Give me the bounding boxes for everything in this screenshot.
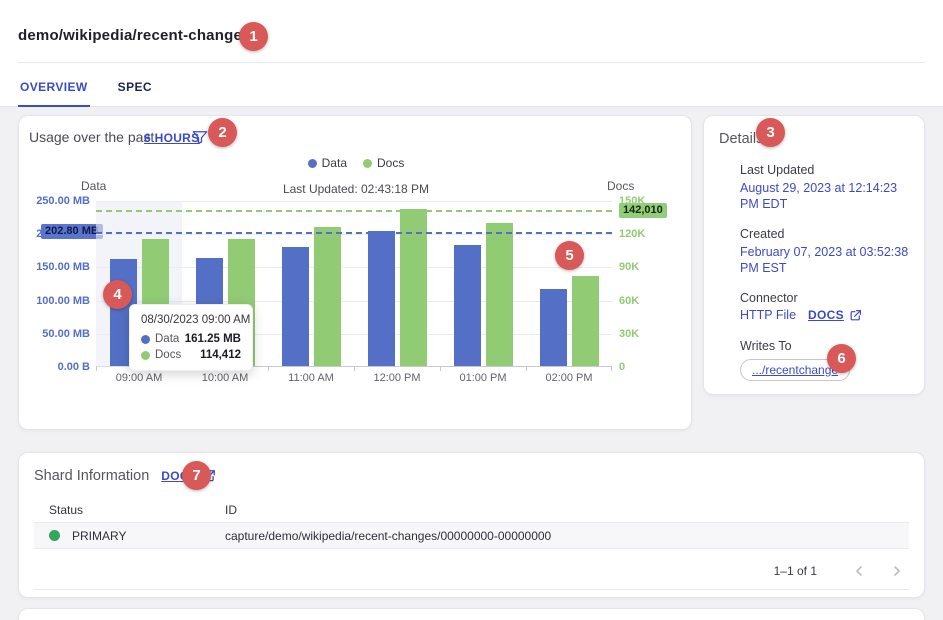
tooltip-row-docs: Docs 114,412 xyxy=(141,349,241,361)
annotation-badge-7: 7 xyxy=(182,461,211,490)
annotation-badge-3: 3 xyxy=(756,118,785,147)
tooltip-dot-docs xyxy=(141,351,150,360)
right-axis-tick: 60K xyxy=(619,295,639,307)
x-axis-label: 10:00 AM xyxy=(182,372,268,384)
legend-dot-data xyxy=(308,159,317,168)
docs-max-refline xyxy=(96,210,612,212)
left-axis-tick: 50.00 MB xyxy=(19,328,90,340)
chart-last-updated: Last Updated: 02:43:18 PM xyxy=(19,182,693,196)
bar-data[interactable] xyxy=(454,245,481,367)
legend-item-data[interactable]: Data xyxy=(308,156,347,170)
bar-docs[interactable] xyxy=(314,227,341,366)
shard-heading: Shard Information xyxy=(34,468,149,484)
right-axis-tick: 30K xyxy=(619,328,639,340)
table-row: PRIMARY capture/demo/wikipedia/recent-ch… xyxy=(34,523,909,549)
card-bottom-divider xyxy=(34,589,909,590)
shard-information-card: Shard Information DOCS Status ID PRIMARY… xyxy=(18,452,925,598)
legend-label-docs: Docs xyxy=(377,156,404,170)
right-axis-title: Docs xyxy=(607,179,634,193)
connector-docs-link[interactable]: DOCS xyxy=(808,308,862,322)
usage-heading: Usage over the past xyxy=(29,129,154,145)
connector-docs-label: DOCS xyxy=(808,308,844,322)
tooltip-value-data: 161.25 MB xyxy=(185,333,241,345)
detail-value-created: February 07, 2023 at 03:52:38 PM EST xyxy=(740,244,916,276)
x-axis-tick xyxy=(526,366,527,371)
column-header-status: Status xyxy=(34,503,225,517)
x-axis-tick xyxy=(611,366,612,371)
x-axis-tick xyxy=(354,366,355,371)
annotation-badge-1: 1 xyxy=(239,22,268,51)
chart-legend: Data Docs xyxy=(19,156,693,170)
pagination: 1–1 of 1 xyxy=(774,559,909,583)
shard-table: Status ID PRIMARY capture/demo/wikipedia… xyxy=(34,497,909,549)
chart-tooltip: 08/30/2023 09:00 AM Data 161.25 MB Docs … xyxy=(129,304,253,371)
shard-table-header: Status ID xyxy=(34,497,909,523)
bar-data[interactable] xyxy=(368,231,395,366)
tooltip-value-docs: 114,412 xyxy=(200,349,241,361)
left-axis-tick: 250.00 MB xyxy=(19,195,90,207)
x-axis-tick xyxy=(268,366,269,371)
connector-name: HTTP File xyxy=(740,308,796,322)
usage-card: Usage over the past 6 HOURS Data Docs La… xyxy=(18,115,692,430)
title-divider xyxy=(18,62,925,63)
bar-docs[interactable] xyxy=(572,276,599,366)
docs-max-marker: 142,010 xyxy=(619,203,667,218)
annotation-badge-6: 6 xyxy=(827,344,856,373)
data-max-refline xyxy=(96,232,612,234)
page-header: demo/wikipedia/recent-changes OVERVIEW S… xyxy=(0,0,943,107)
x-axis-label: 09:00 AM xyxy=(96,372,182,384)
connector-row: HTTP File DOCS xyxy=(740,308,916,322)
detail-label-connector: Connector xyxy=(740,291,916,305)
page-title: demo/wikipedia/recent-changes xyxy=(18,27,251,44)
x-axis-tick xyxy=(96,366,97,371)
left-axis-tick: 150.00 MB xyxy=(19,261,90,273)
bar-docs[interactable] xyxy=(486,223,513,366)
annotation-badge-2: 2 xyxy=(208,118,237,147)
detail-value-last-updated: August 29, 2023 at 12:14:23 PM EDT xyxy=(740,180,916,212)
detail-label-created: Created xyxy=(740,227,916,241)
left-axis-tick: 100.00 MB xyxy=(19,295,90,307)
status-cell: PRIMARY xyxy=(34,529,225,543)
details-body: Last Updated August 29, 2023 at 12:14:23… xyxy=(740,163,916,381)
tooltip-row-data: Data 161.25 MB xyxy=(141,333,241,345)
id-cell: capture/demo/wikipedia/recent-changes/00… xyxy=(225,529,909,543)
tab-bar: OVERVIEW SPEC xyxy=(18,70,180,107)
legend-label-data: Data xyxy=(322,156,347,170)
x-axis-label: 02:00 PM xyxy=(526,372,612,384)
details-card: Details Last Updated August 29, 2023 at … xyxy=(703,115,925,395)
column-header-id: ID xyxy=(225,503,909,517)
left-axis-title: Data xyxy=(81,179,106,193)
writes-to-link: .../recentchange xyxy=(752,363,838,377)
x-axis-tick xyxy=(440,366,441,371)
legend-dot-docs xyxy=(363,159,372,168)
external-link-icon xyxy=(849,309,862,322)
next-page-icon[interactable] xyxy=(885,559,909,583)
right-axis-tick: 90K xyxy=(619,261,639,273)
right-axis-tick: 0 xyxy=(619,361,625,373)
next-card-partial xyxy=(18,608,925,620)
tooltip-dot-data xyxy=(141,335,150,344)
bar-data[interactable] xyxy=(282,247,309,366)
status-dot-green xyxy=(49,530,60,541)
filter-icon[interactable] xyxy=(191,128,209,146)
annotation-badge-4: 4 xyxy=(103,280,132,309)
left-axis-tick: 0.00 B xyxy=(19,361,90,373)
pagination-label: 1–1 of 1 xyxy=(774,564,817,578)
tooltip-label-docs: Docs xyxy=(155,349,181,361)
tab-overview[interactable]: OVERVIEW xyxy=(18,70,90,107)
tab-spec[interactable]: SPEC xyxy=(116,70,154,107)
data-max-marker: 202.80 MB xyxy=(41,224,103,239)
tooltip-label-data: Data xyxy=(155,333,179,345)
legend-item-docs[interactable]: Docs xyxy=(363,156,404,170)
x-axis-label: 12:00 PM xyxy=(354,372,440,384)
right-axis-tick: 120K xyxy=(619,228,645,240)
previous-page-icon[interactable] xyxy=(847,559,871,583)
tooltip-date: 08/30/2023 09:00 AM xyxy=(141,314,241,326)
bar-data[interactable] xyxy=(540,289,567,366)
x-axis-label: 01:00 PM xyxy=(440,372,526,384)
detail-label-last-updated: Last Updated xyxy=(740,163,916,177)
x-axis-label: 11:00 AM xyxy=(268,372,354,384)
annotation-badge-5: 5 xyxy=(555,241,584,270)
status-text: PRIMARY xyxy=(72,529,126,543)
